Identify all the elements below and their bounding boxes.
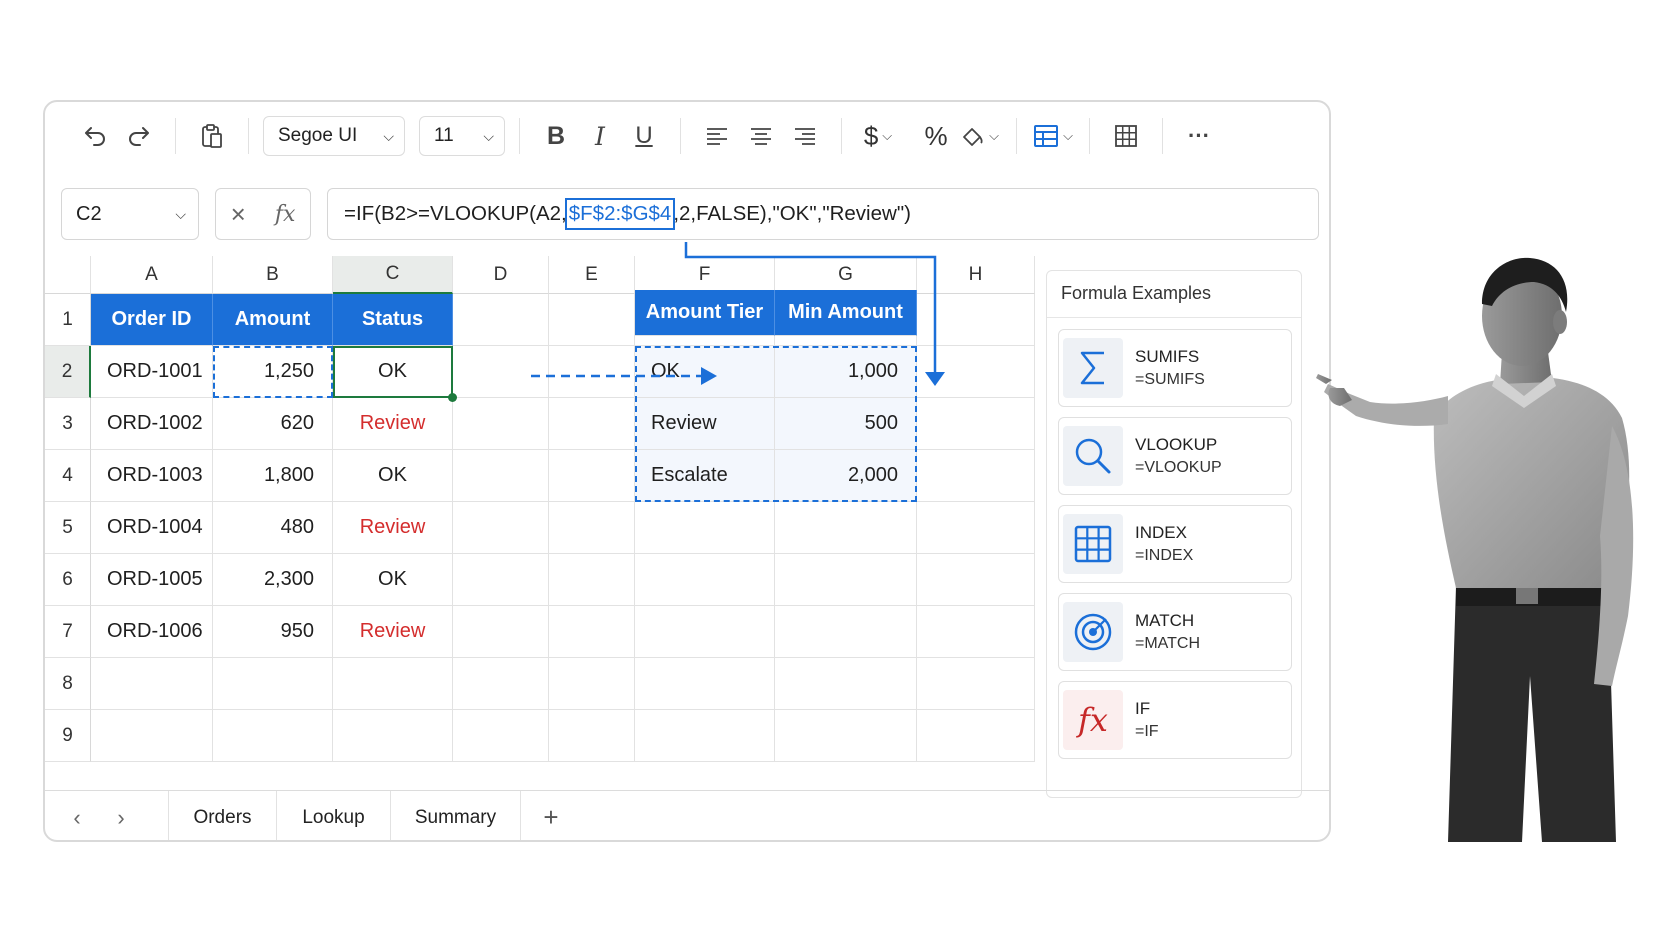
tab-lookup[interactable]: Lookup [277,790,391,840]
example-formula: =SUMIFS [1135,371,1205,388]
panel-title: Formula Examples [1061,283,1212,303]
example-name: MATCH [1135,611,1195,630]
stage: Segoe UI ⌵ 11 ⌵ B I U $ ⌵ % ⌵ ⌵ ··· C2 ⌵… [0,0,1672,941]
example-formula: =VLOOKUP [1135,459,1222,476]
presenter-illustration [1316,257,1634,842]
panel-divider [1047,317,1301,318]
example-card-if[interactable]: fx IF =IF [1058,681,1292,759]
range-reference-arrow [684,242,937,379]
tab-scroll-right-icon[interactable]: › [99,805,143,831]
sigma-icon [1063,338,1123,398]
example-formula: =IF [1135,723,1159,740]
tab-orders[interactable]: Orders [169,790,277,840]
add-sheet-icon[interactable]: + [521,802,581,833]
formula-examples-panel: Formula Examples SUMIFS =SUMIFS VLOOKUP … [1046,270,1302,798]
target-icon [1063,602,1123,662]
lookup-arrowhead [701,367,717,385]
example-card-match[interactable]: MATCH =MATCH [1058,593,1292,671]
example-formula: =MATCH [1135,635,1201,652]
tab-scroll-left-icon[interactable]: ‹ [55,805,99,831]
spreadsheet-window: Segoe UI ⌵ 11 ⌵ B I U $ ⌵ % ⌵ ⌵ ··· C2 ⌵… [43,100,1331,842]
example-card-sumifs[interactable]: SUMIFS =SUMIFS [1058,329,1292,407]
example-name: SUMIFS [1135,347,1200,366]
tab-summary[interactable]: Summary [391,790,521,840]
example-name: INDEX [1135,523,1187,542]
example-card-vlookup[interactable]: VLOOKUP =VLOOKUP [1058,417,1292,495]
sheet-tabs-bar: ‹ › Orders Lookup Summary + [45,790,1329,840]
grid-icon [1063,514,1123,574]
search-icon [1063,426,1123,486]
range-reference-arrowhead [925,372,945,386]
example-name: IF [1135,699,1151,718]
example-name: VLOOKUP [1135,435,1218,454]
example-formula: =INDEX [1135,547,1194,564]
example-card-index[interactable]: INDEX =INDEX [1058,505,1292,583]
fx-icon: fx [1063,690,1123,750]
